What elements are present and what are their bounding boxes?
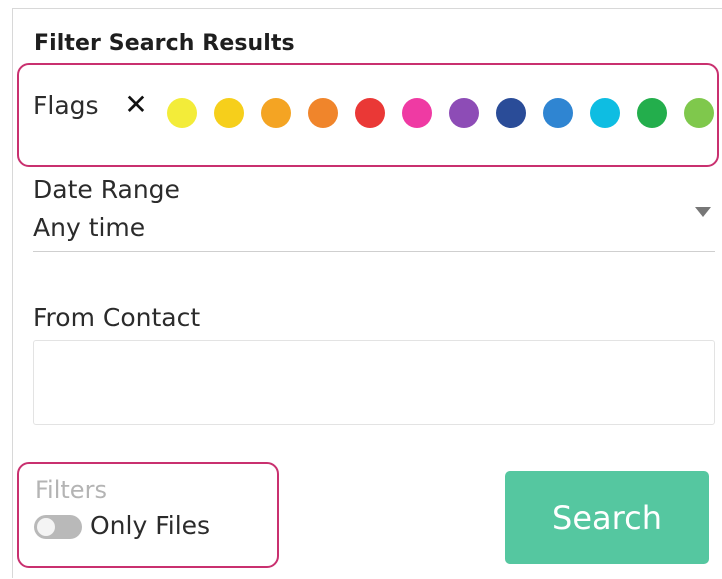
close-icon[interactable]: ✕ xyxy=(119,88,153,122)
date-range-value: Any time xyxy=(33,213,146,242)
search-button[interactable]: Search xyxy=(505,471,709,564)
flag-color-pink[interactable] xyxy=(402,98,432,128)
date-range-label: Date Range xyxy=(33,175,180,204)
flag-color-light-green[interactable] xyxy=(684,98,714,128)
filters-label: Filters xyxy=(35,476,107,504)
triangle-down-icon[interactable] xyxy=(695,207,711,217)
flag-color-cyan[interactable] xyxy=(590,98,620,128)
filter-title: Filter Search Results xyxy=(34,31,295,56)
flag-color-blue[interactable] xyxy=(543,98,573,128)
flag-color-orange[interactable] xyxy=(261,98,291,128)
flag-color-purple[interactable] xyxy=(449,98,479,128)
flag-color-green[interactable] xyxy=(637,98,667,128)
flag-color-red[interactable] xyxy=(355,98,385,128)
from-contact-label: From Contact xyxy=(33,303,201,332)
from-contact-input[interactable] xyxy=(33,340,715,425)
date-range-underline xyxy=(33,251,715,252)
toggle-knob xyxy=(37,518,55,536)
only-files-label: Only Files xyxy=(90,511,211,540)
flag-color-light-yellow[interactable] xyxy=(167,98,197,128)
flag-color-navy[interactable] xyxy=(496,98,526,128)
flag-color-yellow[interactable] xyxy=(214,98,244,128)
flag-color-dark-orange[interactable] xyxy=(308,98,338,128)
only-files-toggle[interactable] xyxy=(34,515,82,539)
flags-label: Flags xyxy=(33,91,99,120)
